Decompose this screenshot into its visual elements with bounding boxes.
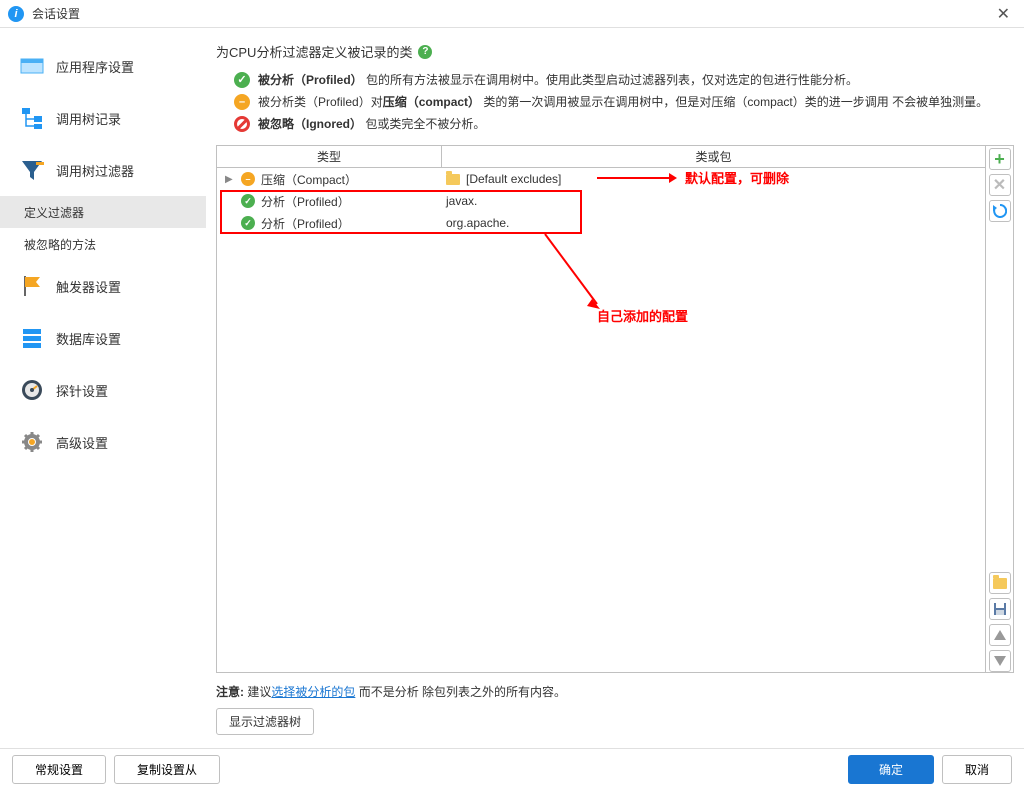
ok-button[interactable]: 确定 <box>848 755 934 784</box>
filter-table-area: 类型 类或包 ▶–压缩（Compact） [Default excludes] ✓ 分… <box>216 145 1014 673</box>
app-icon: i <box>8 6 24 22</box>
sidebar-item-label: 探针设置 <box>56 381 108 400</box>
sidebar-item-label: 数据库设置 <box>56 329 121 348</box>
page-heading: 为CPU分析过滤器定义被记录的类 ? <box>216 42 1014 61</box>
filter-grid[interactable]: 类型 类或包 ▶–压缩（Compact） [Default excludes] ✓ 分… <box>217 146 985 672</box>
sidebar-item-label: 触发器设置 <box>56 277 121 296</box>
sidebar-item-advanced[interactable]: 高级设置 <box>0 416 206 468</box>
open-folder-button[interactable] <box>989 572 1011 594</box>
flag-icon <box>18 272 46 300</box>
titlebar: i 会话设置 ✕ <box>0 0 1024 28</box>
col-type[interactable]: 类型 <box>217 146 442 167</box>
funnel-icon <box>18 156 46 184</box>
forbidden-icon <box>234 116 250 132</box>
main-panel: 为CPU分析过滤器定义被记录的类 ? ✓ 被分析（Profiled） 包的所有方… <box>206 28 1024 748</box>
expand-arrow-icon[interactable]: ▶ <box>225 174 235 185</box>
sidebar-item-app-settings[interactable]: 应用程序设置 <box>0 40 206 92</box>
check-icon: ✓ <box>241 216 255 230</box>
desc-profiled: ✓ 被分析（Profiled） 包的所有方法被显示在调用树中。使用此类型启动过滤… <box>234 69 1014 91</box>
row-type-label: 压缩（Compact） <box>261 171 357 188</box>
sidebar-item-label: 高级设置 <box>56 433 108 452</box>
desc-ignored: 被忽略（Ignored） 包或类完全不被分析。 <box>234 113 1014 135</box>
sidebar-item-triggers[interactable]: 触发器设置 <box>0 260 206 312</box>
table-row[interactable]: ✓ 分析（Profiled） javax. <box>217 190 985 212</box>
note: 注意: 建议选择被分析的包 而不是分析 除包列表之外的所有内容。 <box>216 683 1014 700</box>
save-icon <box>993 602 1007 616</box>
description-list: ✓ 被分析（Profiled） 包的所有方法被显示在调用树中。使用此类型启动过滤… <box>216 69 1014 135</box>
minus-icon: – <box>241 172 255 186</box>
add-button[interactable]: + <box>989 148 1011 170</box>
refresh-button[interactable] <box>989 200 1011 222</box>
sidebar-item-call-filter[interactable]: 调用树过滤器 <box>0 144 206 196</box>
sidebar-item-define-filter[interactable]: 定义过滤器 <box>0 196 206 228</box>
folder-icon <box>993 578 1007 589</box>
table-row[interactable]: ▶–压缩（Compact） [Default excludes] <box>217 168 985 190</box>
database-icon <box>18 324 46 352</box>
row-type-label: 分析（Profiled） <box>261 215 350 232</box>
move-down-button[interactable] <box>989 650 1011 672</box>
row-type-label: 分析（Profiled） <box>261 193 350 210</box>
sidebar-item-label: 调用树过滤器 <box>56 161 134 180</box>
move-up-button[interactable] <box>989 624 1011 646</box>
table-row[interactable]: ✓ 分析（Profiled） org.apache. <box>217 212 985 234</box>
close-button[interactable]: ✕ <box>991 4 1016 24</box>
general-settings-button[interactable]: 常规设置 <box>12 755 106 784</box>
grid-header: 类型 类或包 <box>217 146 985 168</box>
check-icon: ✓ <box>234 72 250 88</box>
save-button[interactable] <box>989 598 1011 620</box>
tree-icon <box>18 104 46 132</box>
col-package[interactable]: 类或包 <box>442 146 985 167</box>
row-package-label: [Default excludes] <box>466 172 561 186</box>
sidebar-item-call-tree[interactable]: 调用树记录 <box>0 92 206 144</box>
check-icon: ✓ <box>241 194 255 208</box>
window-icon <box>18 52 46 80</box>
desc-compact: – 被分析类（Profiled）对压缩（compact） 类的第一次调用被显示在… <box>234 91 1014 113</box>
arrow-icon <box>537 234 607 314</box>
gauge-icon <box>18 376 46 404</box>
row-package-label: javax. <box>446 194 477 208</box>
minus-icon: – <box>234 94 250 110</box>
sidebar-item-probe[interactable]: 探针设置 <box>0 364 206 416</box>
sidebar-item-label: 定义过滤器 <box>24 204 84 221</box>
sidebar-item-label: 应用程序设置 <box>56 57 134 76</box>
window-title: 会话设置 <box>32 5 991 22</box>
heading-text: 为CPU分析过滤器定义被记录的类 <box>216 42 412 61</box>
show-filter-tree-button[interactable]: 显示过滤器树 <box>216 708 314 735</box>
row-package-label: org.apache. <box>446 216 509 230</box>
copy-settings-button[interactable]: 复制设置从 <box>114 755 220 784</box>
sidebar-item-label: 被忽略的方法 <box>24 236 96 253</box>
help-icon[interactable]: ? <box>418 45 432 59</box>
gear-icon <box>18 428 46 456</box>
sidebar-item-label: 调用树记录 <box>56 109 121 128</box>
cancel-button[interactable]: 取消 <box>942 755 1012 784</box>
sidebar-item-ignored-methods[interactable]: 被忽略的方法 <box>0 228 206 260</box>
annotation-added: 自己添加的配置 <box>597 306 688 325</box>
note-link[interactable]: 选择被分析的包 <box>271 685 355 699</box>
footer: 常规设置 复制设置从 确定 取消 <box>0 748 1024 790</box>
folder-icon <box>446 174 460 185</box>
sidebar: 应用程序设置 调用树记录 调用树过滤器 定义过滤器 被忽略的方法 触发器设置 数… <box>0 28 206 748</box>
delete-button[interactable]: ✕ <box>989 174 1011 196</box>
sidebar-item-database[interactable]: 数据库设置 <box>0 312 206 364</box>
toolbar: + ✕ <box>985 146 1013 672</box>
